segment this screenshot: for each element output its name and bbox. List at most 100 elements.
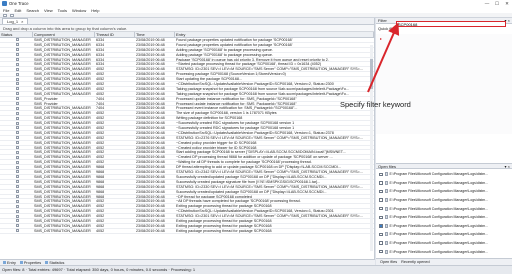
row-status-icon	[0, 72, 33, 76]
info-icon	[15, 43, 19, 47]
file-checkbox[interactable]	[379, 241, 383, 245]
info-icon	[15, 165, 19, 169]
tab-log[interactable]: Log_1 ×	[2, 18, 29, 24]
row-entry: ~Successfully created RDC signatures for…	[176, 121, 295, 126]
file-checkbox[interactable]	[379, 232, 383, 237]
info-icon	[15, 102, 19, 106]
row-component: SMS_DISTRIBUTION_MANAGER	[34, 57, 91, 62]
info-icon	[15, 180, 19, 184]
open-file-item[interactable]: E:\Program Files\Microsoft Configuration…	[376, 179, 512, 188]
file-checkbox[interactable]	[379, 224, 383, 228]
row-component: SMS_DISTRIBUTION_MANAGER	[34, 82, 91, 86]
row-time: 23/08/2019 06:48	[136, 155, 165, 160]
open-file-item[interactable]: E:\Program Files\Microsoft Configuration…	[376, 196, 512, 205]
file-checkbox[interactable]	[379, 198, 383, 202]
row-thread: 9868	[96, 165, 105, 170]
row-thread: 4052	[96, 228, 105, 233]
column-status[interactable]: Status	[0, 32, 33, 37]
row-component: SMS_DISTRIBUTION_MANAGER	[34, 77, 91, 82]
row-component: SMS_DISTRIBUTION_MANAGER	[34, 170, 91, 174]
info-icon	[15, 160, 19, 164]
row-time: 23/08/2019 06:48	[136, 135, 165, 140]
file-checkbox[interactable]	[379, 215, 383, 220]
file-checkbox[interactable]	[379, 181, 383, 185]
open-file-item[interactable]: E:\Program Files\Microsoft Configuration…	[376, 239, 512, 248]
vertical-scrollbar[interactable]	[370, 45, 373, 251]
window-title: One Trace	[9, 1, 29, 6]
quick-filter-input[interactable]	[396, 21, 506, 27]
open-file-item[interactable]: E:\Program Files\Microsoft Configuration…	[376, 213, 512, 222]
row-entry: Successfully created/updated package SCP…	[176, 189, 327, 194]
row-component: SMS_DISTRIBUTION_MANAGER	[34, 204, 91, 209]
close-icon[interactable]: ×	[21, 19, 23, 24]
row-thread: 4052	[96, 150, 105, 155]
open-file-item[interactable]: E:\Program Files\Microsoft Configuration…	[376, 247, 512, 256]
log-table: SMS_DISTRIBUTION_MANAGER 6334 23/08/2019 0…	[0, 38, 374, 239]
tab-properties[interactable]: Properties	[19, 261, 41, 265]
tab-statistics[interactable]: Statistics	[45, 261, 64, 265]
grouping-area[interactable]: Drag and drop a column into this area to…	[0, 25, 374, 32]
menu-file[interactable]: File	[3, 8, 9, 13]
open-file-item[interactable]: E:\Program Files\Microsoft Configuration…	[376, 187, 512, 196]
file-checkbox[interactable]	[379, 172, 383, 177]
open-file-item[interactable]: E:\Program Files\Microsoft Configuration…	[376, 230, 512, 239]
scroll-thumb[interactable]	[370, 59, 373, 89]
info-icon	[15, 209, 19, 213]
row-status-icon	[0, 175, 33, 179]
table-row[interactable]: SMS_DISTRIBUTION_MANAGER 4052 23/08/2019 0…	[0, 229, 374, 234]
maximize-button[interactable]: ☐	[492, 1, 502, 7]
open-icon[interactable]	[3, 13, 7, 17]
file-checkbox[interactable]	[379, 206, 383, 211]
row-entry: Package 'SCP00168' in queue has old prio…	[176, 57, 329, 62]
menu-search[interactable]: Search	[26, 8, 39, 13]
filter-condition-row[interactable]: ▸	[376, 34, 512, 43]
add-filter-icon[interactable]: ▸	[380, 36, 382, 41]
row-time: 23/08/2019 06:48	[136, 204, 165, 209]
row-component: SMS_DISTRIBUTION_MANAGER	[34, 179, 91, 184]
row-status-icon	[0, 194, 33, 199]
menu-tools[interactable]: Tools	[58, 8, 67, 13]
info-icon	[15, 214, 19, 218]
open-file-item[interactable]: E:\Program Files\Microsoft Configuration…	[376, 170, 512, 179]
file-path: E:\Program Files\Microsoft Configuration…	[389, 223, 489, 228]
row-status-icon	[0, 180, 33, 184]
file-checkbox[interactable]	[379, 249, 383, 254]
row-component: SMS_DISTRIBUTION_MANAGER	[34, 116, 91, 121]
info-icon	[15, 175, 19, 179]
close-button[interactable]: ✕	[502, 1, 512, 7]
row-entry: Start updating the package SCP00168...	[176, 77, 243, 82]
row-status-icon	[0, 126, 33, 130]
row-time: 23/08/2019 06:48	[136, 42, 165, 47]
tab-open-files[interactable]: Open files	[380, 260, 397, 264]
column-component[interactable]: Component	[33, 32, 95, 37]
row-time: 23/08/2019 06:48	[136, 130, 165, 135]
open-file-item[interactable]: E:\Program Files\Microsoft Configuration…	[376, 204, 512, 213]
column-time[interactable]: Time	[135, 32, 175, 37]
pin-icon[interactable]: ▾ ×	[505, 164, 510, 169]
file-checkbox[interactable]	[379, 189, 383, 194]
row-component: SMS_DISTRIBUTION_MANAGER	[34, 209, 91, 214]
save-icon[interactable]	[10, 13, 14, 17]
open-file-item[interactable]: E:\Program Files\Microsoft Configuration…	[376, 222, 512, 231]
row-thread: 4052	[96, 204, 105, 209]
row-thread: 4052	[96, 72, 105, 77]
menu-window[interactable]: Window	[72, 8, 86, 13]
row-thread: 4052	[96, 111, 105, 116]
annotation-label: Specify filter keyword	[340, 100, 411, 109]
menu-view[interactable]: View	[44, 8, 53, 13]
row-status-icon	[0, 38, 33, 42]
tab-recently-opened[interactable]: Recently opened	[401, 260, 430, 264]
file-path: E:\Program Files\Microsoft Configuration…	[389, 215, 489, 220]
column-entry[interactable]: Entry	[175, 32, 374, 37]
file-icon	[384, 241, 388, 246]
minimize-button[interactable]: —	[482, 1, 492, 7]
column-thread[interactable]: Thread ID	[95, 32, 135, 37]
menu-edit[interactable]: Edit	[14, 8, 21, 13]
tab-entry[interactable]: Entry	[3, 261, 16, 265]
row-component: SMS_DISTRIBUTION_MANAGER	[34, 140, 91, 145]
row-component: SMS_DISTRIBUTION_MANAGER	[34, 214, 91, 218]
menu-help[interactable]: Help	[91, 8, 99, 13]
row-time: 23/08/2019 06:48	[136, 184, 165, 189]
row-time: 23/08/2019 06:48	[136, 126, 165, 130]
row-status-icon	[0, 106, 33, 110]
